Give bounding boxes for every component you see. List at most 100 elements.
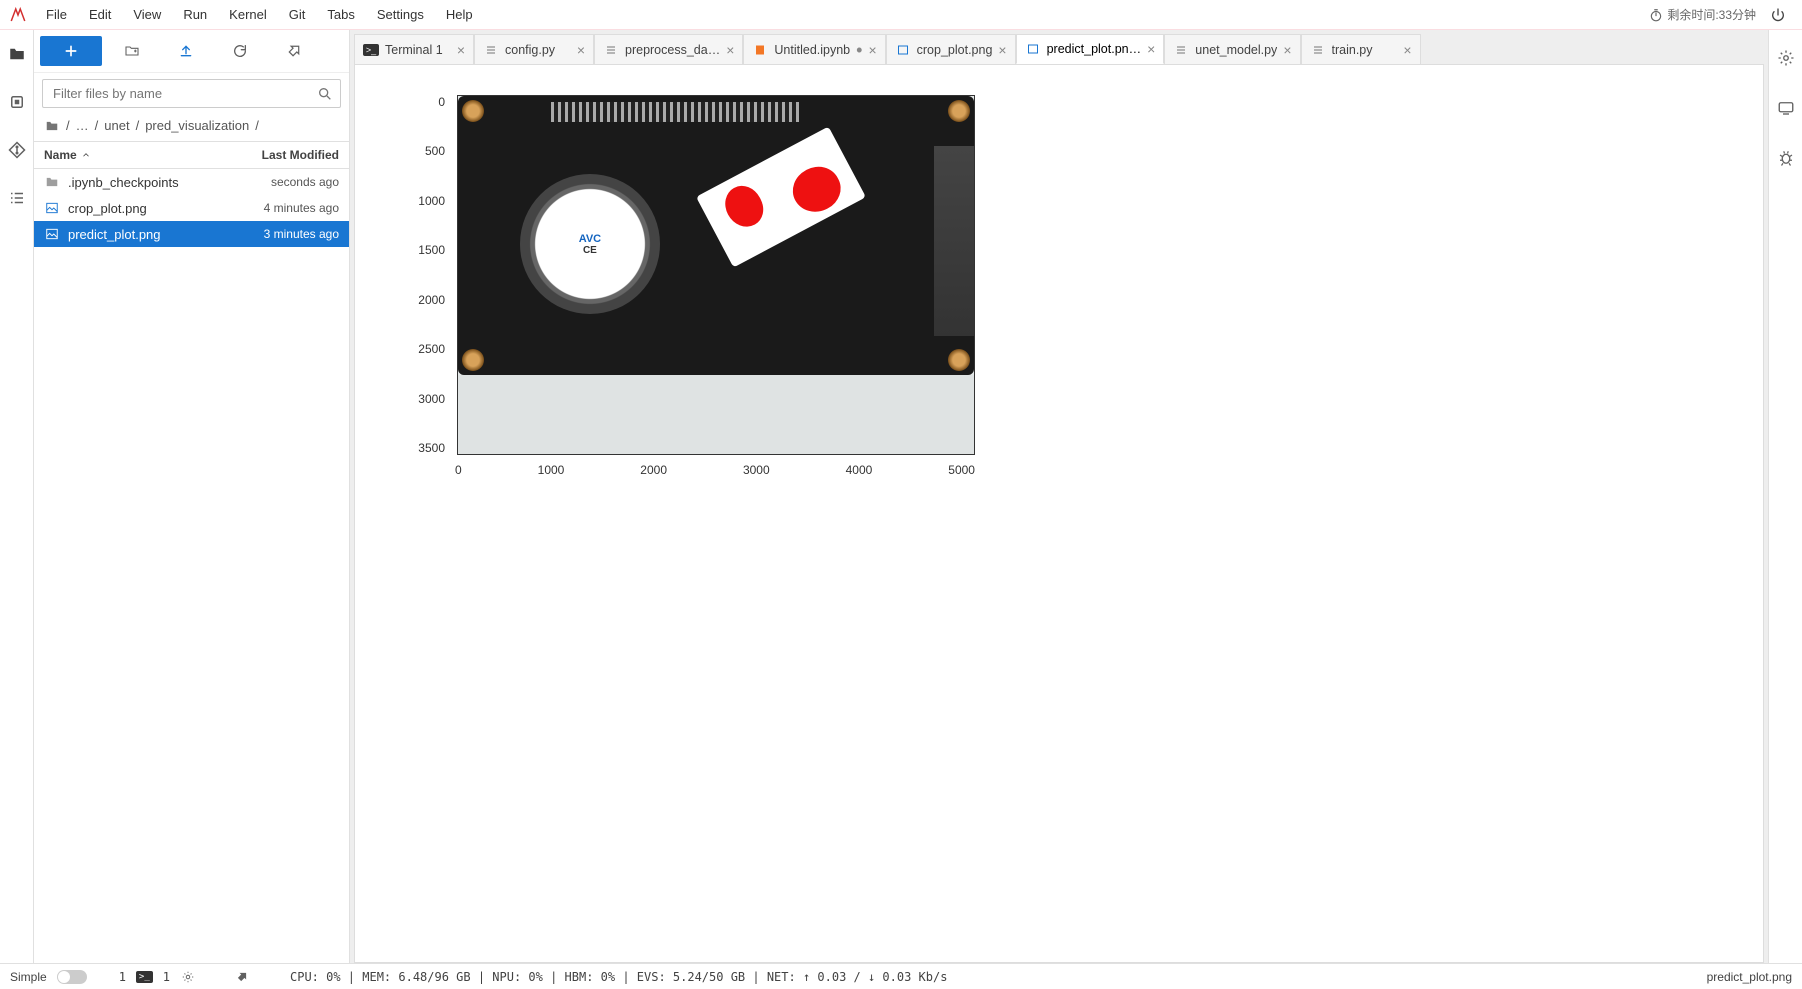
- close-icon[interactable]: ×: [868, 42, 876, 58]
- prediction-plot: 0 500 1000 1500 2000 2500 3000 3500: [395, 95, 975, 455]
- close-icon[interactable]: ×: [1403, 42, 1411, 58]
- terminal-count[interactable]: 1: [163, 970, 170, 984]
- sort-asc-icon: [81, 150, 91, 160]
- tab-label: Untitled.ipynb: [774, 43, 850, 57]
- refresh-button[interactable]: [216, 36, 264, 66]
- fan-brand: AVC: [579, 233, 601, 245]
- power-button[interactable]: [1770, 7, 1794, 23]
- menu-kernel[interactable]: Kernel: [219, 3, 277, 26]
- close-icon[interactable]: ×: [1283, 42, 1291, 58]
- right-sidebar: [1768, 30, 1802, 963]
- debugger-icon[interactable]: [1776, 148, 1796, 168]
- close-icon[interactable]: ×: [457, 42, 465, 58]
- simple-mode-toggle[interactable]: [57, 970, 87, 984]
- file-row-folder[interactable]: .ipynb_checkpoints seconds ago: [34, 169, 349, 195]
- tab-config[interactable]: config.py ×: [474, 34, 594, 64]
- file-name: crop_plot.png: [62, 201, 219, 216]
- notebook-count[interactable]: 1: [119, 970, 126, 984]
- breadcrumb-seg-unet[interactable]: unet: [104, 118, 129, 133]
- breadcrumb-root[interactable]: /: [66, 118, 70, 133]
- close-icon[interactable]: ×: [998, 42, 1006, 58]
- dirty-close-icon[interactable]: •: [856, 45, 862, 55]
- new-launcher-button[interactable]: [40, 36, 102, 66]
- screw-icon: [462, 100, 484, 122]
- tab-preprocess[interactable]: preprocess_da… ×: [594, 34, 743, 64]
- tab-label: predict_plot.pn…: [1047, 42, 1142, 56]
- col-name-label[interactable]: Name: [44, 148, 77, 162]
- screw-icon: [948, 100, 970, 122]
- x-axis-ticks: 0 1000 2000 3000 4000 5000: [455, 463, 975, 477]
- file-row-image-selected[interactable]: predict_plot.png 3 minutes ago: [34, 221, 349, 247]
- current-file-name: predict_plot.png: [1707, 970, 1792, 984]
- folder-icon: [44, 119, 60, 133]
- terminal-icon: >_: [136, 971, 153, 983]
- kernel-settings-icon[interactable]: [180, 969, 196, 985]
- file-name: .ipynb_checkpoints: [62, 175, 219, 190]
- filter-files-input[interactable]: [42, 79, 341, 108]
- search-icon: [317, 86, 333, 102]
- tab-train[interactable]: train.py ×: [1301, 34, 1421, 64]
- tab-untitled-notebook[interactable]: Untitled.ipynb • ×: [743, 34, 885, 64]
- notebook-icon: [752, 42, 768, 58]
- time-remaining-text: 剩余时间:33分钟: [1667, 6, 1756, 23]
- upload-button[interactable]: [162, 36, 210, 66]
- prediction-overlay-sticker: [696, 127, 866, 268]
- plot-image: AVC CE: [457, 95, 975, 455]
- image-file-icon: [44, 227, 62, 241]
- menu-tabs[interactable]: Tabs: [317, 3, 364, 26]
- gpio-header: [551, 102, 799, 122]
- git-pull-button[interactable]: [270, 36, 318, 66]
- col-modified-label[interactable]: Last Modified: [219, 148, 349, 162]
- menu-run[interactable]: Run: [173, 3, 217, 26]
- close-icon[interactable]: ×: [1147, 41, 1155, 57]
- close-icon[interactable]: ×: [726, 42, 734, 58]
- file-row-image[interactable]: crop_plot.png 4 minutes ago: [34, 195, 349, 221]
- python-file-icon: [483, 42, 499, 58]
- tab-label: preprocess_da…: [625, 43, 720, 57]
- folder-icon[interactable]: [7, 44, 27, 64]
- screw-icon: [948, 349, 970, 371]
- python-file-icon: [1310, 42, 1326, 58]
- mode-label[interactable]: Simple: [10, 970, 47, 984]
- menu-bar: File Edit View Run Kernel Git Tabs Setti…: [0, 0, 1802, 30]
- fan-cert: CE: [583, 245, 597, 256]
- image-file-icon: [1025, 41, 1041, 57]
- running-kernels-icon[interactable]: [7, 92, 27, 112]
- tab-predict-plot[interactable]: predict_plot.pn… ×: [1016, 34, 1165, 64]
- close-icon[interactable]: ×: [577, 42, 585, 58]
- menu-settings[interactable]: Settings: [367, 3, 434, 26]
- tab-label: train.py: [1332, 43, 1398, 57]
- menu-help[interactable]: Help: [436, 3, 483, 26]
- python-file-icon: [1173, 42, 1189, 58]
- prediction-blob: [785, 159, 848, 220]
- git-branch-icon[interactable]: [234, 969, 250, 985]
- property-inspector-icon[interactable]: [1776, 48, 1796, 68]
- menu-file[interactable]: File: [36, 3, 77, 26]
- breadcrumb-seg-predvis[interactable]: pred_visualization: [145, 118, 249, 133]
- image-viewer[interactable]: 0 500 1000 1500 2000 2500 3000 3500: [354, 64, 1764, 963]
- cooling-fan: AVC CE: [520, 174, 660, 314]
- menu-git[interactable]: Git: [279, 3, 316, 26]
- file-modified: 4 minutes ago: [219, 201, 339, 215]
- new-folder-button[interactable]: [108, 36, 156, 66]
- menu-edit[interactable]: Edit: [79, 3, 121, 26]
- breadcrumb-ellipsis[interactable]: …: [76, 118, 89, 133]
- tab-crop-plot[interactable]: crop_plot.png ×: [886, 34, 1016, 64]
- tab-terminal[interactable]: >_ Terminal 1 ×: [354, 34, 474, 64]
- tab-unet-model[interactable]: unet_model.py ×: [1164, 34, 1300, 64]
- image-file-icon: [44, 201, 62, 215]
- file-browser-panel: / … / unet / pred_visualization / Name L…: [34, 30, 350, 963]
- git-icon[interactable]: [7, 140, 27, 160]
- file-list: .ipynb_checkpoints seconds ago crop_plot…: [34, 169, 349, 963]
- left-activity-bar: [0, 30, 34, 963]
- prediction-blob: [718, 180, 770, 234]
- file-list-header[interactable]: Name Last Modified: [34, 141, 349, 169]
- tab-bar: >_ Terminal 1 × config.py × preprocess_d…: [354, 34, 1764, 64]
- sessions-icon[interactable]: [1776, 98, 1796, 118]
- menu-view[interactable]: View: [123, 3, 171, 26]
- toc-icon[interactable]: [7, 188, 27, 208]
- python-file-icon: [603, 42, 619, 58]
- file-modified: 3 minutes ago: [219, 227, 339, 241]
- breadcrumb[interactable]: / … / unet / pred_visualization /: [34, 114, 349, 141]
- resource-metrics: CPU: 0% | MEM: 6.48/96 GB | NPU: 0% | HB…: [290, 970, 947, 984]
